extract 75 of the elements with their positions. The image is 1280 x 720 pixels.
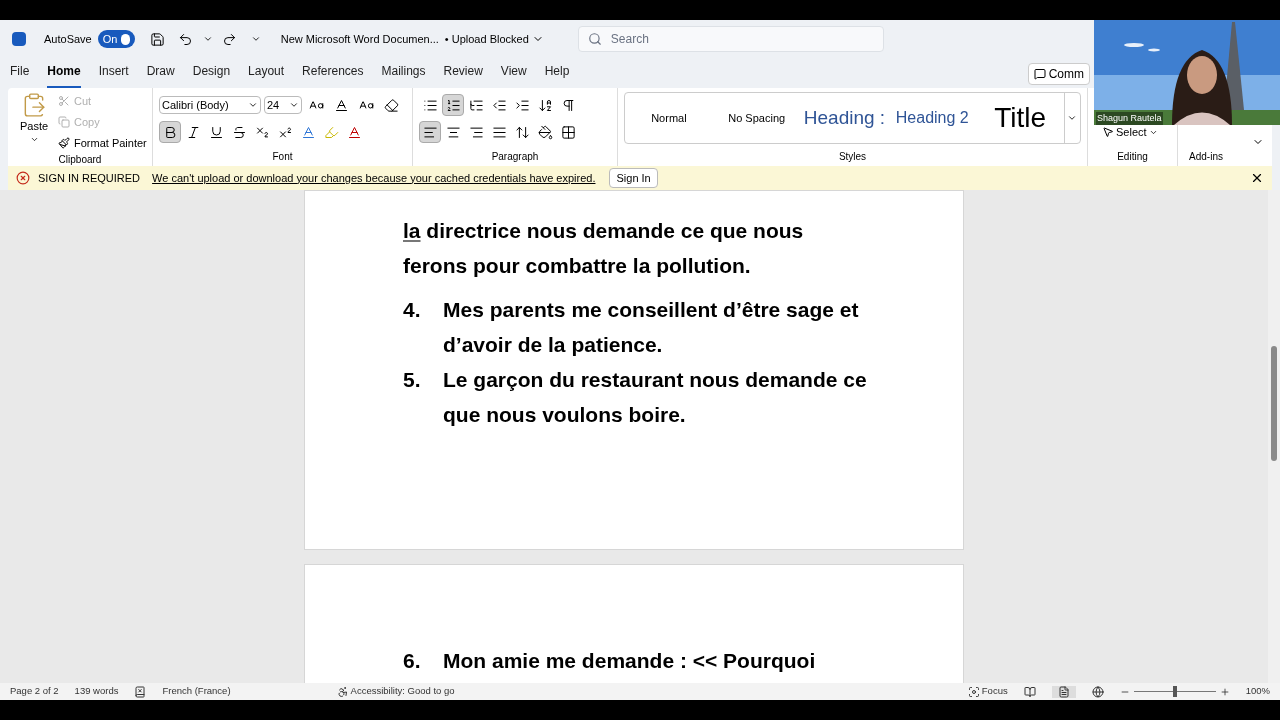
style-option[interactable]: Normal bbox=[625, 109, 713, 127]
group-label: Add-ins bbox=[1188, 150, 1224, 164]
group-label: Paragraph bbox=[490, 150, 540, 164]
group-label: Editing bbox=[1116, 150, 1149, 164]
group-label: Clipboard bbox=[57, 153, 103, 167]
list-number: 6. bbox=[403, 648, 422, 674]
ribbon-tab[interactable]: View bbox=[500, 62, 527, 88]
font-size-dropdown[interactable]: 24 bbox=[264, 96, 302, 114]
chevron-icon bbox=[289, 100, 299, 110]
error-icon bbox=[16, 171, 30, 185]
group-label: Font bbox=[271, 150, 294, 164]
zoom-slider[interactable] bbox=[1133, 686, 1216, 697]
ribbon-tab[interactable]: Draw bbox=[146, 62, 175, 88]
autosave-label: AutoSave bbox=[44, 31, 92, 47]
focus-icon bbox=[967, 685, 980, 698]
ribbon-tab[interactable]: Layout bbox=[248, 62, 285, 88]
participant-name: Shagun Rautela bbox=[1096, 112, 1163, 125]
paragraph: la directrice nous demande ce que nous ferons pour combattre la pollution. bbox=[403, 218, 805, 279]
accessibility-icon bbox=[336, 685, 349, 698]
zoom-percent[interactable]: 100% bbox=[1245, 684, 1270, 699]
upload-status[interactable]: • Upload Blocked bbox=[444, 30, 544, 48]
ribbon-tab[interactable]: Insert bbox=[98, 62, 129, 88]
align-left-icon[interactable] bbox=[419, 121, 441, 143]
comment-icon bbox=[1033, 68, 1046, 80]
zoom-thumb[interactable] bbox=[1172, 686, 1177, 697]
numbering-icon[interactable] bbox=[442, 94, 464, 116]
language[interactable]: French (France) bbox=[162, 684, 231, 699]
scissors-icon bbox=[58, 95, 70, 107]
select-button[interactable]: Select bbox=[1092, 124, 1173, 141]
list-number: 5. bbox=[403, 367, 422, 393]
focus-button[interactable]: Focus bbox=[967, 684, 1008, 699]
list-item-text: Mon amie me demande : << Pourquoi bbox=[443, 648, 816, 674]
list-number: 4. bbox=[403, 297, 422, 323]
bold-icon[interactable] bbox=[159, 121, 181, 143]
style-option[interactable]: Title bbox=[976, 97, 1064, 139]
accessibility-status[interactable]: Accessibility: Good to go bbox=[336, 684, 455, 699]
web-layout-icon[interactable] bbox=[1091, 685, 1104, 698]
ribbon-tab[interactable]: File bbox=[10, 62, 30, 88]
chevron-icon[interactable] bbox=[202, 34, 213, 44]
ribbon-tab[interactable]: Mailings bbox=[381, 62, 426, 88]
search-icon bbox=[587, 32, 602, 46]
word-logo-icon[interactable] bbox=[12, 32, 26, 46]
scrollbar[interactable] bbox=[1268, 190, 1280, 683]
format-painter-button[interactable]: Format Painter bbox=[58, 134, 147, 152]
ribbon-tab[interactable]: Design bbox=[192, 62, 231, 88]
list-item-text: Le garçon du restaurant nous demande ce que nous voulons boire. bbox=[443, 367, 868, 428]
style-option[interactable]: No Spacing bbox=[712, 109, 801, 127]
style-option[interactable]: Heading : bbox=[800, 103, 889, 133]
search-field[interactable]: Search bbox=[577, 26, 884, 52]
document-title[interactable]: New Microsoft Word Documen... bbox=[280, 30, 439, 48]
word-count[interactable]: 139 words bbox=[74, 684, 119, 699]
ribbon-tab[interactable]: Help bbox=[544, 62, 570, 88]
ribbon-tab[interactable]: Review bbox=[443, 62, 483, 88]
font-family-dropdown[interactable]: Calibri (Body) bbox=[159, 96, 261, 114]
zoom-in-icon[interactable] bbox=[1219, 686, 1230, 697]
comments-button[interactable]: Comm bbox=[1027, 63, 1090, 85]
print-layout-icon[interactable] bbox=[1057, 685, 1070, 698]
message-link[interactable]: We can't upload or download your changes because your cached credentials have expired. bbox=[152, 169, 596, 187]
message-title: SIGN IN REQUIRED bbox=[38, 170, 141, 186]
list-item-text: Mes parents me conseillent d’être sage et d’avoir de la patience. bbox=[443, 297, 860, 358]
page-count[interactable]: Page 2 of 2 bbox=[10, 684, 59, 699]
paste-button[interactable]: Paste bbox=[14, 92, 54, 152]
sign-in-button[interactable]: Sign In bbox=[609, 168, 658, 188]
read-mode-icon[interactable] bbox=[1023, 685, 1036, 698]
copy-icon bbox=[58, 116, 70, 128]
chevron-icon bbox=[248, 100, 258, 110]
ribbon-tab[interactable]: References bbox=[302, 62, 364, 88]
autosave-toggle[interactable]: On bbox=[97, 30, 135, 48]
close-icon[interactable] bbox=[1250, 171, 1264, 185]
brush-icon bbox=[58, 137, 70, 149]
style-option[interactable]: Heading 2 bbox=[888, 106, 977, 130]
group-label: Styles bbox=[837, 150, 868, 164]
proofing-icon[interactable] bbox=[134, 685, 147, 698]
customize-icon[interactable] bbox=[250, 34, 261, 44]
pointer-icon bbox=[1102, 126, 1114, 139]
